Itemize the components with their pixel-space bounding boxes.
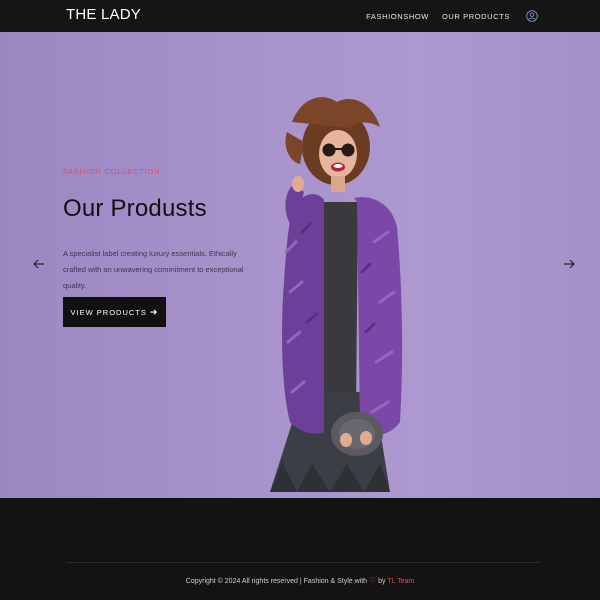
nav-link-our-products[interactable]: OUR PRODUCTS <box>442 12 510 21</box>
footer-divider <box>66 562 540 563</box>
user-icon[interactable] <box>526 10 538 22</box>
site-footer: Copyright © 2024 All rights reserved | F… <box>0 498 600 600</box>
nav-link-fashionshow[interactable]: FASHIONSHOW <box>366 12 429 21</box>
hero-title: Our Produsts <box>63 195 207 222</box>
copyright-text: Copyright © 2024 All rights reserved | F… <box>0 576 600 585</box>
copyright-prefix: Copyright © 2024 All rights reserved | F… <box>185 578 368 585</box>
arrow-right-icon <box>564 259 575 269</box>
slider-prev-button[interactable] <box>32 257 46 271</box>
top-navbar: THE LADY FASHIONSHOW OUR PRODUCTS <box>0 0 600 32</box>
arrow-left-icon <box>33 259 44 269</box>
copyright-by: by <box>376 578 388 585</box>
view-products-label: VIEW PRODUCTS <box>70 307 147 317</box>
hero-banner: FASHION COLLECTION Our Produsts A specia… <box>0 32 600 498</box>
hero-model-image <box>262 92 412 498</box>
slider-next-button[interactable] <box>562 257 576 271</box>
team-link[interactable]: TL Team <box>387 578 414 585</box>
arrow-right-icon: ➜ <box>149 306 159 317</box>
main-nav: FASHIONSHOW OUR PRODUCTS <box>353 10 538 22</box>
view-products-button[interactable]: VIEW PRODUCTS ➜ <box>63 297 166 327</box>
hero-eyebrow: FASHION COLLECTION <box>63 167 161 176</box>
brand-logo[interactable]: THE LADY <box>66 6 141 23</box>
hero-description: A specialist label creating luxury essen… <box>63 249 244 290</box>
